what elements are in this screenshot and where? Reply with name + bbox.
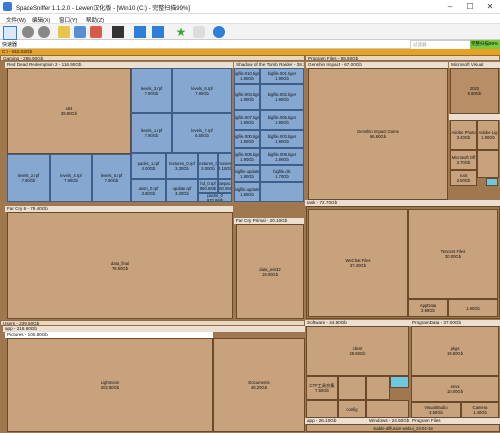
file-software-c[interactable] xyxy=(306,400,338,418)
file-visualstudio[interactable]: VisualStudio 3.50Gb xyxy=(411,402,461,418)
file-ms-office[interactable]: Microsoft Off 3.70Gb xyxy=(450,150,477,170)
file-data-win32[interactable]: data_win32 19.00Gb xyxy=(236,224,304,319)
file-root[interactable]: root 3.60Gb xyxy=(450,170,477,186)
file-bigfile-005[interactable]: bigfile.005.tiger 1.90Gb xyxy=(260,110,304,130)
file-anim-0[interactable]: anim_0.rpf 3.60Gb xyxy=(131,179,166,202)
file-lightroom[interactable]: Lightroom 202.80Gb xyxy=(7,338,213,432)
file-ctf-tools[interactable]: CTF工具合集 7.50Gb xyxy=(306,376,338,400)
file-bigfile-misc[interactable] xyxy=(260,182,304,202)
file-bigfile-000[interactable]: bigfile.000.tiger 1.90Gb xyxy=(234,130,260,148)
pause-icon[interactable] xyxy=(38,26,50,38)
file-program-misc[interactable] xyxy=(477,150,499,178)
file-update[interactable]: update.rpf 3.20Gb xyxy=(166,179,198,202)
file-bigfile-update-2[interactable]: bigfile.update 1.80Gb xyxy=(234,182,260,202)
file-software-b[interactable] xyxy=(366,376,390,400)
menu-edit[interactable]: 编辑(X) xyxy=(32,16,50,24)
file-textures-0[interactable]: textures_0.rpf 3.30Gb xyxy=(166,153,198,179)
file-data-final[interactable]: data_final 78.50Gb xyxy=(7,212,233,319)
cubes-icon[interactable] xyxy=(152,26,164,38)
file-vs2022[interactable]: 2022 6.60Gb xyxy=(450,68,499,114)
file-levels-1[interactable]: levels_1.rpf 7.90Gb xyxy=(131,113,172,153)
file-rowpack[interactable]: rowpack960.0Mb xyxy=(218,179,232,193)
file-packs-0[interactable]: packs_0 970.8Mb xyxy=(198,193,232,202)
file-adobe-photoshop[interactable]: Adobe Photo 3.40Gb xyxy=(450,120,477,150)
file-bigfile-010[interactable]: bigfile.010.tiger 1.90Gb xyxy=(234,68,260,84)
file-cyan-block[interactable] xyxy=(486,178,498,186)
file-pkgs[interactable]: pkgs 19.60Gb xyxy=(411,326,499,376)
app-icon xyxy=(3,2,12,11)
menu-window[interactable]: 窗口(Y) xyxy=(59,16,77,24)
file-packs-1[interactable]: packs_1.rpf 4.00Gb xyxy=(131,153,166,179)
file-usrapp[interactable]: 1.90Gb xyxy=(448,299,498,317)
file-camera[interactable]: Camera 1.40Gb xyxy=(461,402,499,418)
file-documents[interactable]: Documents 48.20Gb xyxy=(213,338,305,432)
file-bigfile-dlc[interactable]: bigfile.dlc 1.70Gb xyxy=(260,165,304,182)
minimize-button[interactable]: – xyxy=(440,0,460,13)
zoom-out-icon[interactable] xyxy=(112,26,124,38)
toolbar: ★ xyxy=(0,24,500,40)
file-levels-7[interactable]: levels_7.rpf 6.50Gb xyxy=(172,113,232,153)
file-appdata[interactable]: AppData 2.90Gb xyxy=(408,299,448,317)
address-bar: 快速器 过滤器 完整扫描99% xyxy=(0,40,500,52)
file-levels-4[interactable]: levels_4.rpf 7.90Gb xyxy=(50,154,92,202)
file-levels-3[interactable]: levels_3.rpf 7.90Gb xyxy=(131,68,172,113)
folder-icon[interactable] xyxy=(58,26,70,38)
file-stable-diffusion[interactable]: stable-diffusion-webui_23-04-18 xyxy=(306,424,500,432)
maximize-button[interactable]: ☐ xyxy=(460,0,480,13)
folder-program-files[interactable]: Program Files - 88.60Gb xyxy=(305,55,500,61)
treemap: C:\ - 815.02Gb Gaming - 255.50Gb Red Dea… xyxy=(0,49,500,433)
home-icon[interactable] xyxy=(90,26,102,38)
file-bigfile-006[interactable]: bigfile.006.tiger 1.90Gb xyxy=(234,148,260,165)
file-levels-5[interactable]: levels_5.rpf 7.90Gb xyxy=(92,154,131,202)
star-icon[interactable]: ★ xyxy=(175,26,187,38)
file-bigfile-004[interactable]: bigfile.004.tiger 1.90Gb xyxy=(234,84,260,110)
file-bigfile-002[interactable]: bigfile.002.tiger 1.90Gb xyxy=(260,84,304,110)
file-levels-2[interactable]: levels_2.rpf 7.90Gb xyxy=(7,154,50,202)
tag-icon[interactable] xyxy=(193,26,205,38)
file-hd-0[interactable]: hd_0.rpf 960.8Mb xyxy=(198,179,218,193)
menu-help[interactable]: 帮助(Z) xyxy=(86,16,104,24)
file-wechat[interactable]: WeChat Files 37.40Gb xyxy=(308,209,408,317)
stop-icon[interactable] xyxy=(22,26,34,38)
file-movies[interactable]: movies 2.10Gb xyxy=(218,153,232,179)
file-levels-6[interactable]: levels_6.rpf 7.90Gb xyxy=(172,68,232,113)
file-software-d[interactable] xyxy=(366,400,409,418)
file-adobe-lightroom[interactable]: Adobe Lig 1.90Gb xyxy=(477,120,499,150)
window-title: SpaceSniffer 1.1.2.0 - Lewen汉化版 - [Win10… xyxy=(16,6,190,12)
file-bigfile-003[interactable]: bigfile.003.tiger 1.90Gb xyxy=(260,130,304,148)
file-cyan-software[interactable] xyxy=(390,376,409,388)
file-client[interactable]: client 28.60Gb xyxy=(306,326,409,376)
info-icon[interactable] xyxy=(213,26,225,38)
menu-bar: 文件(W) 编辑(X) 窗口(Y) 帮助(Z) xyxy=(0,14,500,24)
refresh-icon[interactable] xyxy=(74,26,86,38)
file-textures-dx11[interactable]: textures_0 3.00Gb xyxy=(198,153,218,179)
file-genshin-game[interactable]: Genshin Impact Game 66.60Gb xyxy=(308,68,448,200)
file-envs[interactable]: envs 10.00Gb xyxy=(411,376,499,402)
cube-icon[interactable] xyxy=(134,26,146,38)
title-bar: SpaceSniffer 1.1.2.0 - Lewen汉化版 - [Win10… xyxy=(0,0,500,14)
file-tencent[interactable]: Tencent Files 30.00Gb xyxy=(408,209,498,299)
file-software-a[interactable] xyxy=(338,376,366,400)
file-bigfile-007[interactable]: bigfile.007.tiger 1.90Gb xyxy=(234,110,260,130)
file-x64[interactable]: x64 39.80Gb xyxy=(7,68,131,154)
menu-file[interactable]: 文件(W) xyxy=(6,16,26,24)
folder-gaming[interactable]: Gaming - 255.50Gb xyxy=(0,55,305,61)
close-button[interactable]: ✕ xyxy=(480,0,500,13)
file-bigfile-update[interactable]: bigfile.update 1.90Gb xyxy=(234,165,260,182)
file-config[interactable]: config xyxy=(338,400,366,418)
address-label: 快速器 xyxy=(2,42,18,48)
file-bigfile-008[interactable]: bigfile.008.tiger 1.90Gb xyxy=(260,148,304,165)
file-bigfile-001[interactable]: bigfile.001.tiger 1.90Gb xyxy=(260,68,304,84)
new-window-icon[interactable] xyxy=(3,26,17,40)
